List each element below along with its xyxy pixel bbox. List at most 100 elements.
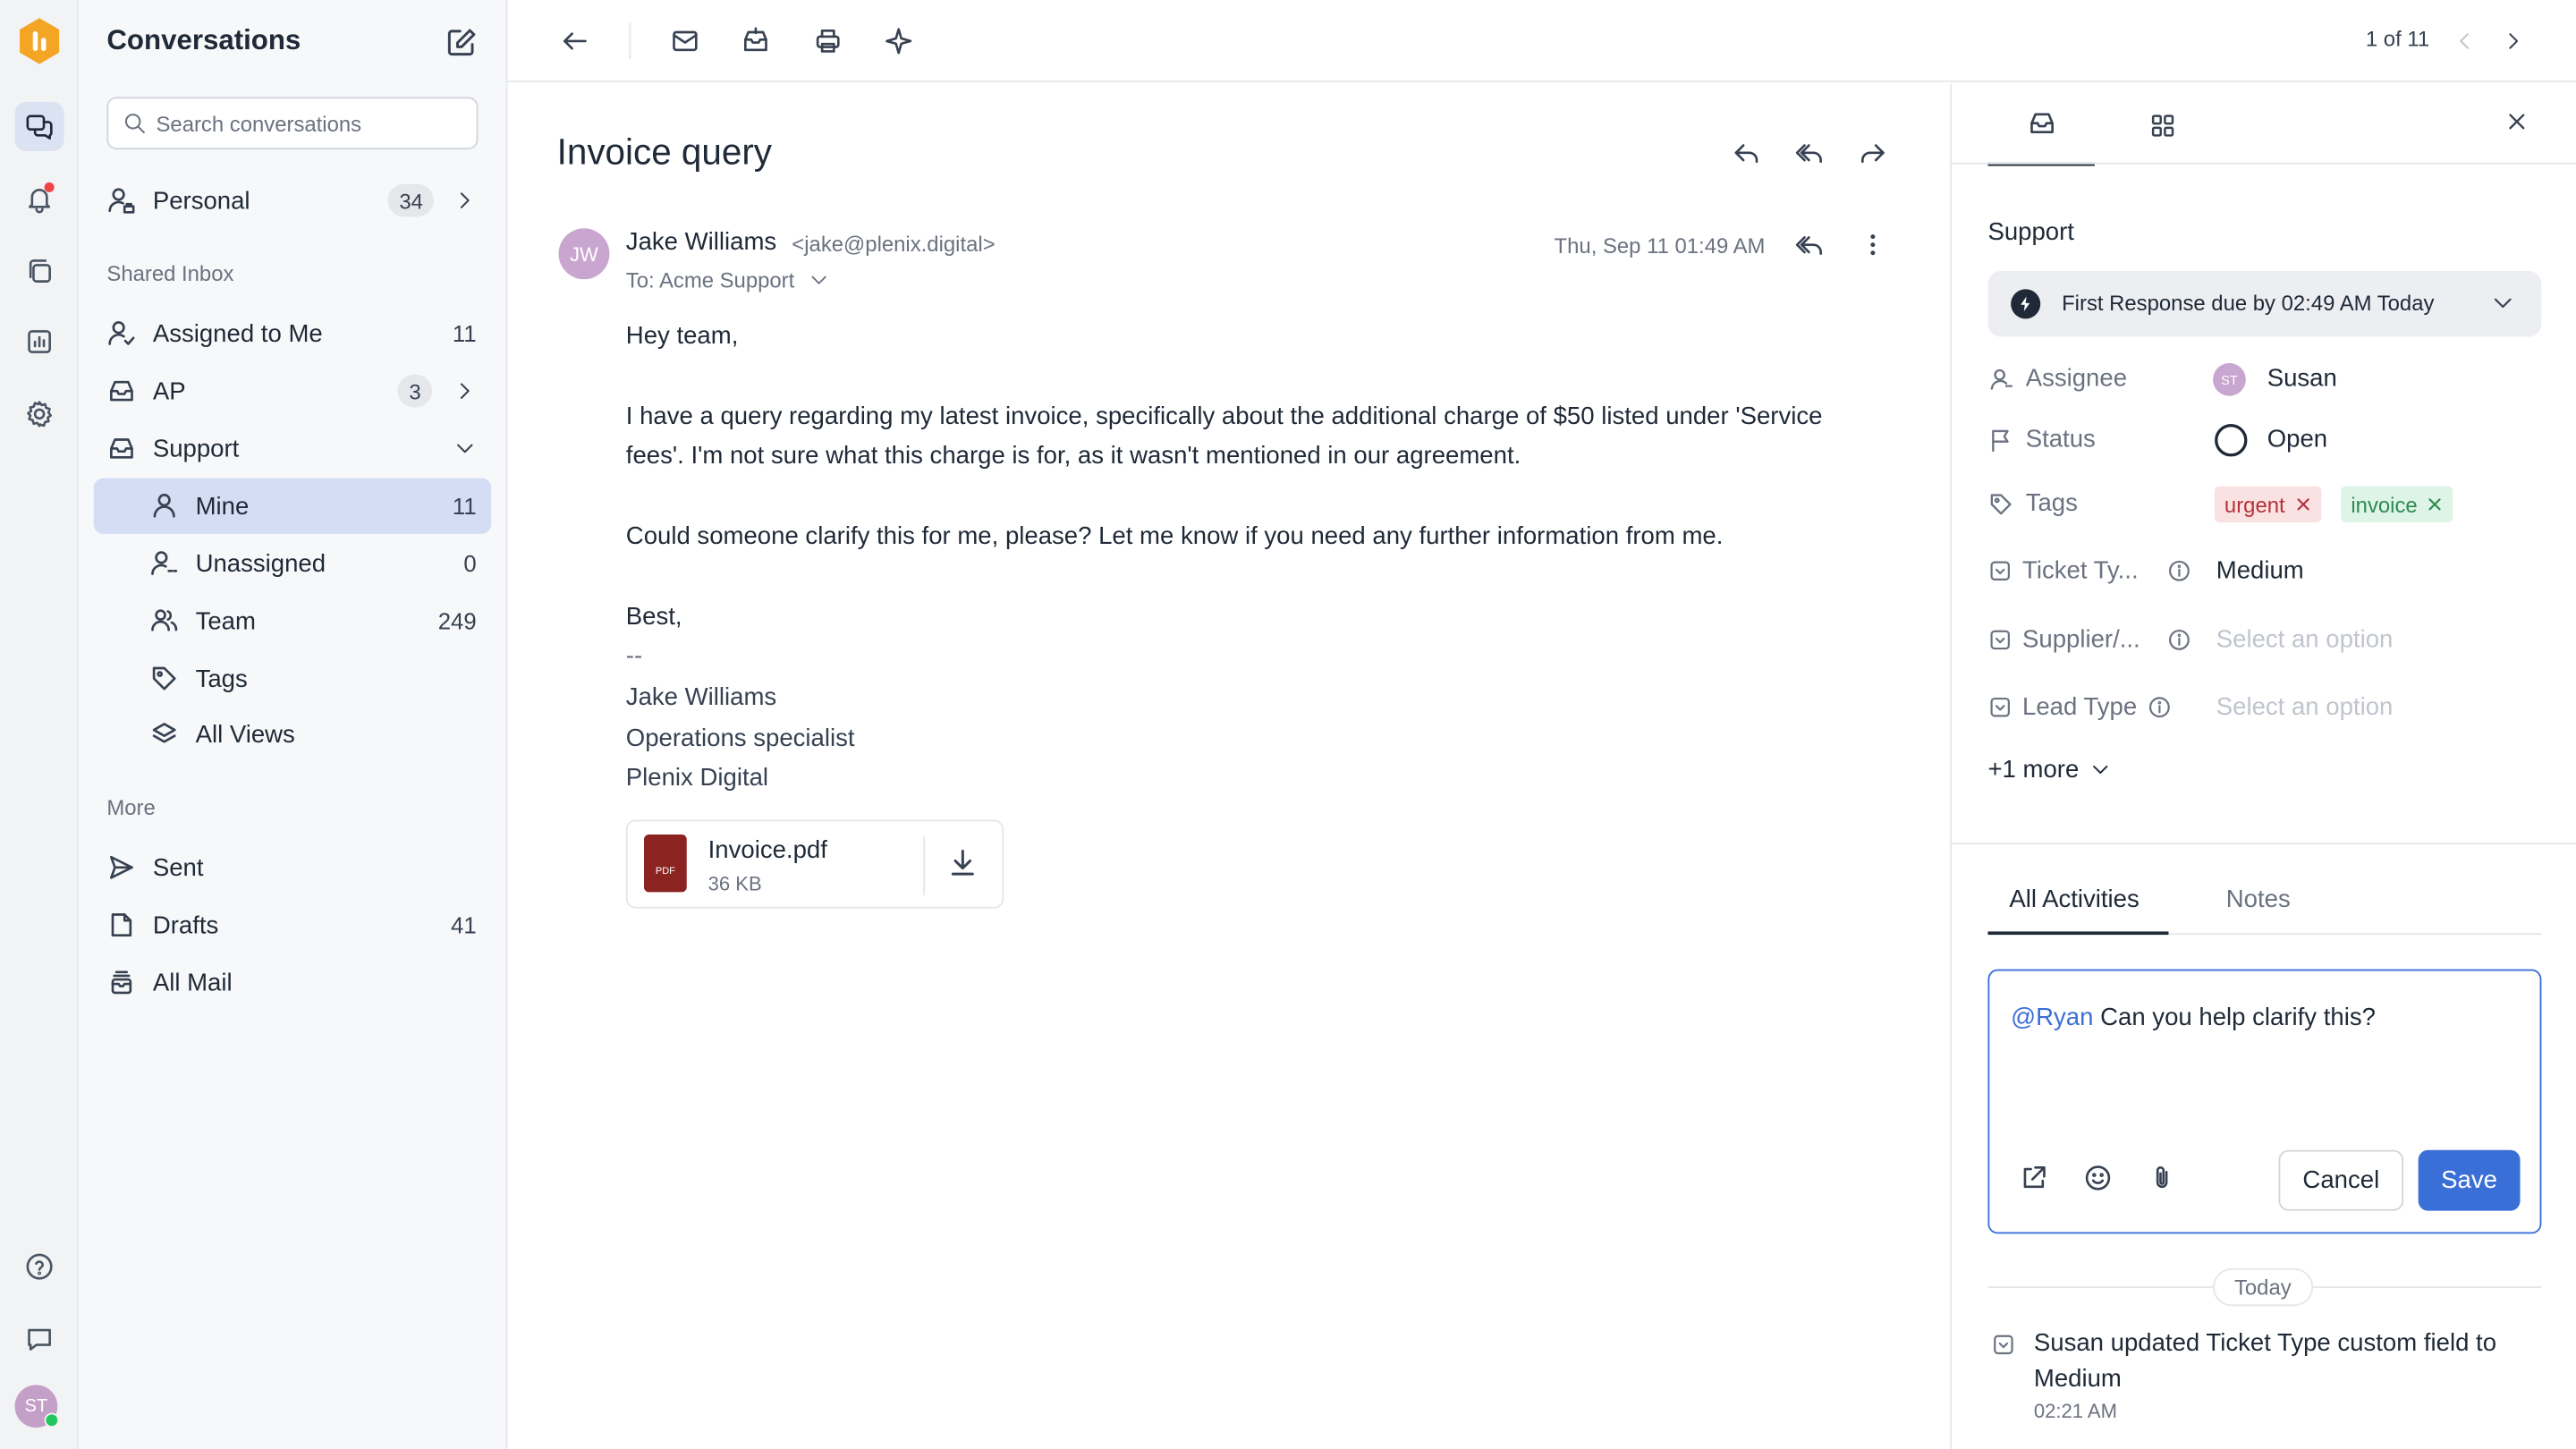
layers-icon — [149, 719, 179, 749]
assignee-row[interactable]: Assignee ST Susan — [1987, 360, 2546, 399]
search-conversations[interactable] — [106, 97, 479, 150]
compose-edit-icon[interactable] — [445, 26, 479, 59]
chat-bubble-icon[interactable] — [15, 1314, 64, 1363]
more-heading: More — [106, 794, 156, 820]
sidebar-item-sent[interactable]: Sent — [94, 840, 491, 895]
sla-banner[interactable]: First Response due by 02:49 AM Today — [1987, 271, 2542, 337]
chevron-right-icon[interactable] — [453, 379, 477, 402]
attachment-card[interactable]: PDF Invoice.pdf 36 KB — [625, 819, 1004, 909]
tag-icon — [1987, 491, 2013, 517]
app-logo-icon — [16, 16, 62, 65]
forward-icon[interactable] — [1853, 133, 1893, 173]
help-circle-icon[interactable] — [15, 1242, 64, 1292]
tag-urgent[interactable]: urgent — [2214, 486, 2322, 523]
download-icon[interactable] — [946, 846, 979, 879]
print-icon[interactable] — [809, 21, 848, 61]
mention-ryan[interactable]: @Ryan — [2011, 1004, 2093, 1031]
sender-email: <jake@plenix.digital> — [792, 231, 996, 257]
reply-all-icon[interactable] — [1791, 133, 1830, 173]
ai-sparkle-icon[interactable] — [879, 21, 919, 61]
tab-inbox-details[interactable] — [1987, 84, 2095, 166]
sidebar-item-drafts[interactable]: Drafts 41 — [94, 897, 491, 953]
user-icon — [1987, 367, 2013, 393]
show-more-fields[interactable]: +1 more — [1987, 756, 2112, 784]
back-arrow-icon[interactable] — [555, 21, 595, 61]
supplier-select[interactable]: Select an option — [2216, 626, 2394, 654]
tags-row[interactable]: Tags urgent invoice — [1987, 485, 2546, 524]
sidebar-item-all-views[interactable]: All Views — [94, 707, 491, 762]
chevron-right-icon[interactable] — [453, 189, 477, 212]
chevron-down-icon[interactable] — [808, 269, 829, 291]
message-closing: Best, — [625, 603, 682, 631]
info-icon[interactable] — [2167, 558, 2192, 583]
sidebar-item-support[interactable]: Support — [94, 420, 491, 476]
reply-all-icon[interactable] — [1791, 225, 1830, 265]
info-icon[interactable] — [2167, 628, 2192, 653]
settings-gear-icon[interactable] — [15, 389, 64, 438]
ticket-type-value[interactable]: Medium — [2216, 557, 2304, 585]
status-row[interactable]: Status Open — [1987, 420, 2546, 460]
supplier-row[interactable]: Supplier/... Select an option — [1987, 621, 2546, 660]
cancel-button[interactable]: Cancel — [2278, 1149, 2404, 1211]
notifications-bell-icon[interactable] — [15, 174, 64, 224]
reports-chart-icon[interactable] — [15, 317, 64, 366]
active-tab-indicator — [1987, 931, 2169, 936]
attachment-paperclip-icon[interactable] — [2148, 1163, 2177, 1192]
lead-type-select[interactable]: Select an option — [2216, 693, 2394, 721]
sidebar-item-unassigned[interactable]: Unassigned 0 — [94, 536, 491, 591]
tab-all-activities[interactable]: All Activities — [2009, 886, 2139, 913]
sidebar-item-team[interactable]: Team 249 — [94, 593, 491, 648]
reply-icon[interactable] — [1726, 133, 1766, 173]
note-editor[interactable]: @Ryan Can you help clarify this? Cancel … — [1987, 969, 2542, 1234]
sidebar-item-assigned-to-me[interactable]: Assigned to Me 11 — [94, 306, 491, 361]
tab-apps[interactable] — [2109, 84, 2216, 166]
sidebar-item-label: All Mail — [152, 968, 233, 996]
signature-company: Plenix Digital — [625, 764, 769, 792]
snooze-inbox-icon[interactable] — [736, 21, 775, 61]
sidebar-item-personal[interactable]: Personal 34 — [94, 173, 491, 228]
recipients-line[interactable]: To: Acme Support — [626, 267, 829, 292]
sidebar-item-ap[interactable]: AP 3 — [94, 363, 491, 419]
sidebar-item-label: Drafts — [152, 911, 219, 939]
conversations-nav-icon[interactable] — [14, 101, 64, 151]
save-button[interactable]: Save — [2418, 1149, 2521, 1211]
remove-tag-icon[interactable] — [2428, 496, 2444, 513]
sidebar-item-tags[interactable]: Tags — [94, 650, 491, 706]
sidebar-item-label: Mine — [195, 492, 250, 521]
next-chevron-icon[interactable] — [2494, 21, 2533, 61]
conversation-toolbar: 1 of 11 — [507, 0, 2576, 82]
tag-invoice[interactable]: invoice — [2341, 486, 2454, 523]
sidebar-item-label: Support — [152, 434, 240, 463]
status-value[interactable]: Open — [2267, 426, 2327, 453]
close-icon[interactable] — [2504, 108, 2529, 134]
pdf-file-icon: PDF — [643, 835, 687, 893]
copy-pages-icon[interactable] — [15, 247, 64, 296]
mine-count: 11 — [452, 493, 477, 520]
info-icon[interactable] — [2148, 695, 2173, 720]
tab-notes[interactable]: Notes — [2226, 886, 2291, 913]
day-label: Today — [2213, 1267, 2313, 1307]
lead-type-row[interactable]: Lead Type Select an option — [1987, 689, 2546, 728]
sidebar-item-label: Assigned to Me — [152, 319, 323, 348]
recipients-text: To: Acme Support — [625, 267, 795, 292]
section-divider — [1952, 843, 2576, 845]
chevron-down-icon[interactable] — [2490, 291, 2515, 316]
dropdown-field-icon — [1991, 1333, 2016, 1358]
emoji-smile-icon[interactable] — [2083, 1163, 2113, 1192]
assignee-label: Assignee — [2025, 364, 2128, 393]
external-link-icon[interactable] — [2019, 1163, 2048, 1192]
remove-tag-icon[interactable] — [2295, 496, 2311, 513]
sidebar-item-all-mail[interactable]: All Mail — [94, 954, 491, 1010]
mark-unread-mail-icon[interactable] — [665, 21, 705, 61]
assignee-value[interactable]: Susan — [2267, 365, 2337, 393]
flag-icon — [1987, 428, 2013, 453]
ticket-type-row[interactable]: Ticket Ty... Medium — [1987, 552, 2546, 591]
previous-chevron-icon[interactable] — [2445, 21, 2484, 61]
sidebar-item-mine[interactable]: Mine 11 — [93, 478, 492, 534]
more-vertical-icon[interactable] — [1853, 225, 1893, 265]
note-text[interactable]: @Ryan Can you help clarify this? — [2011, 1004, 2376, 1031]
sender-name: Jake Williams — [625, 228, 777, 257]
status-label: Status — [2025, 425, 2096, 453]
search-input[interactable] — [156, 110, 469, 136]
chevron-down-icon[interactable] — [453, 437, 477, 461]
